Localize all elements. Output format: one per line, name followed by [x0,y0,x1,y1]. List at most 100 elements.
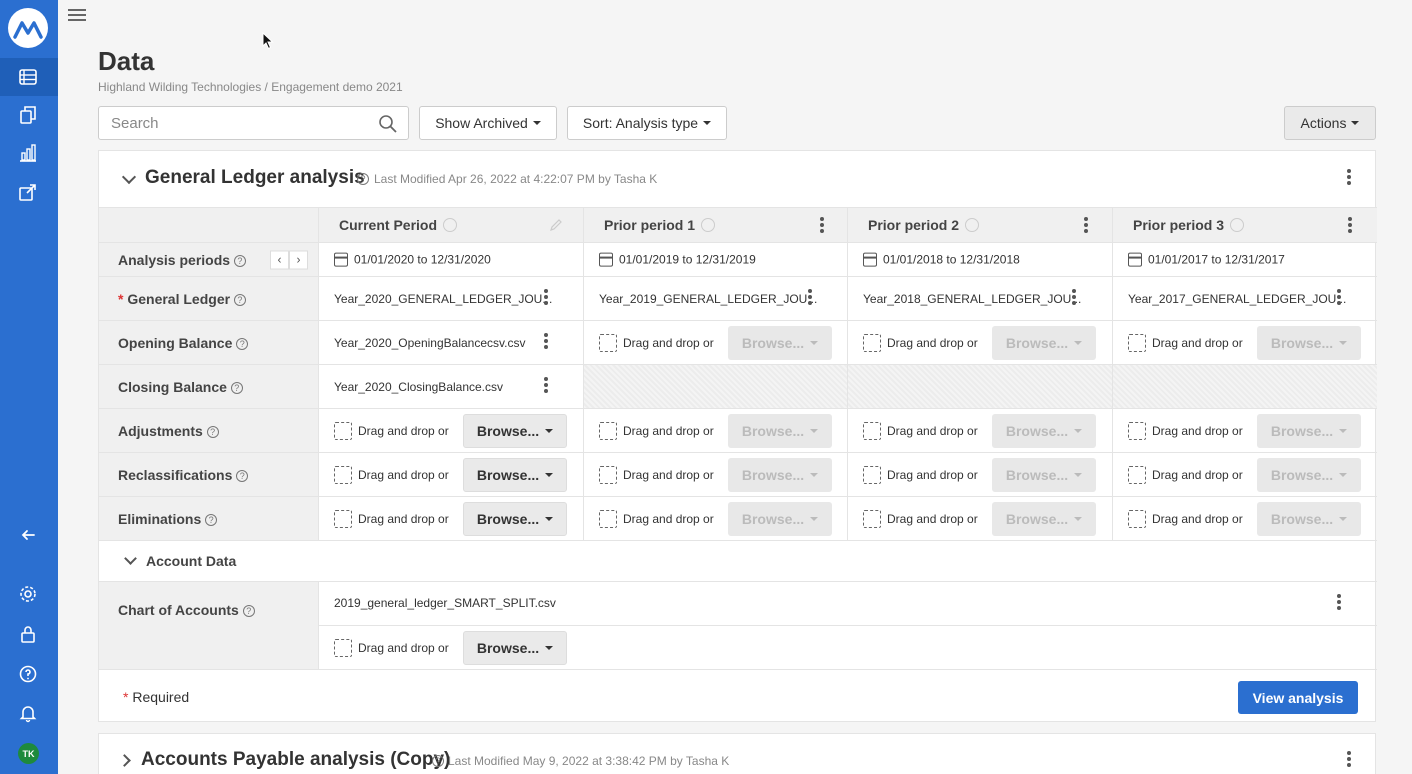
drop-zone[interactable]: Drag and drop or [1128,421,1243,440]
browse-button[interactable]: Browse... [463,501,567,536]
sort-button[interactable]: Sort: Analysis type [567,106,727,140]
browse-button[interactable]: Browse... [463,631,567,665]
column-menu-kebab-icon[interactable] [819,216,825,234]
drop-zone[interactable]: Drag and drop or [334,465,449,484]
files-icon[interactable] [17,104,39,126]
chevron-down-icon [810,428,819,433]
settings-icon[interactable] [17,583,39,605]
period-cell[interactable]: 01/01/2019 to 12/31/2019 [584,243,848,276]
show-archived-button[interactable]: Show Archived [419,106,557,140]
edit-pencil-icon[interactable] [549,218,563,232]
browse-button[interactable]: Browse... [728,325,832,360]
help-icon[interactable]: ? [205,513,218,526]
file-name[interactable]: Year_2019_GENERAL_LEDGER_JOU... [599,292,817,306]
browse-button[interactable]: Browse... [992,457,1096,492]
drop-zone[interactable]: Drag and drop or [599,421,714,440]
drop-zone[interactable]: Drag and drop or [334,509,449,528]
drop-zone[interactable]: Drag and drop or [863,465,978,484]
file-menu-kebab-icon[interactable] [807,288,813,306]
file-name[interactable]: 2019_general_ledger_SMART_SPLIT.csv [334,596,556,610]
column-prior-period-3: Prior period 3 [1113,208,1377,243]
file-name[interactable]: Year_2020_OpeningBalancecsv.csv [334,336,525,350]
drop-zone[interactable]: Drag and drop or [599,333,714,352]
chart-of-accounts-row: Chart of Accounts ? 2019_general_ledger_… [99,581,1377,669]
file-menu-kebab-icon[interactable] [1336,288,1342,306]
export-icon[interactable] [17,181,39,203]
app-logo-icon[interactable] [8,8,48,48]
help-icon[interactable]: ? [242,605,255,618]
browse-button[interactable]: Browse... [1257,501,1361,536]
help-icon[interactable] [17,663,39,685]
drag-text: Drag and drop or [1152,467,1243,482]
file-menu-kebab-icon[interactable] [1071,288,1077,306]
browse-button[interactable]: Browse... [728,413,832,448]
period-cell[interactable]: 01/01/2018 to 12/31/2018 [848,243,1113,276]
search-input[interactable] [99,107,359,139]
drop-zone[interactable]: Drag and drop or [599,509,714,528]
period-cell[interactable]: 01/01/2017 to 12/31/2017 [1113,243,1377,276]
lock-icon[interactable] [17,623,39,645]
actions-button[interactable]: Actions [1284,106,1376,140]
data-icon[interactable] [17,66,39,88]
help-icon[interactable]: ? [230,381,243,394]
help-icon[interactable]: ? [233,254,246,267]
help-icon[interactable]: ? [206,425,219,438]
file-menu-kebab-icon[interactable] [1336,593,1342,611]
drop-zone[interactable]: Drag and drop or [1128,465,1243,484]
next-arrow-icon[interactable]: › [289,250,308,269]
card-menu-kebab-icon[interactable] [1346,168,1352,186]
browse-button[interactable]: Browse... [992,325,1096,360]
row-label: Reclassifications ? [99,453,319,496]
file-name[interactable]: Year_2020_ClosingBalance.csv [334,380,503,394]
browse-button[interactable]: Browse... [463,457,567,492]
file-menu-kebab-icon[interactable] [543,332,549,350]
prev-arrow-icon[interactable]: ‹ [270,250,289,269]
breadcrumb[interactable]: Highland Wilding Technologies / Engageme… [98,80,403,94]
browse-button[interactable]: Browse... [728,501,832,536]
browse-button[interactable]: Browse... [1257,325,1361,360]
file-menu-kebab-icon[interactable] [543,376,549,394]
view-analysis-button[interactable]: View analysis [1238,681,1358,714]
browse-button[interactable]: Browse... [728,457,832,492]
chart-icon[interactable] [17,142,39,164]
help-icon[interactable]: ? [236,469,249,482]
collapse-arrow-icon[interactable] [17,524,39,546]
bell-icon[interactable] [17,702,39,724]
card-menu-kebab-icon[interactable] [1346,750,1352,768]
drop-zone[interactable]: Drag and drop or [334,421,449,440]
drop-zone[interactable]: Drag and drop or [863,333,978,352]
help-icon[interactable]: ? [432,755,444,767]
drop-zone[interactable]: Drag and drop or [1128,509,1243,528]
drop-zone[interactable]: Drag and drop or [863,509,978,528]
expand-chevron-icon[interactable] [118,754,131,767]
file-name[interactable]: Year_2020_GENERAL_LEDGER_JOU... [334,292,552,306]
browse-button[interactable]: Browse... [1257,413,1361,448]
help-icon[interactable]: ? [236,337,249,350]
file-name[interactable]: Year_2018_GENERAL_LEDGER_JOU... [863,292,1081,306]
browse-button[interactable]: Browse... [1257,457,1361,492]
period-cell[interactable]: 01/01/2020 to 12/31/2020 [319,243,584,276]
drop-zone[interactable]: Drag and drop or [863,421,978,440]
file-menu-kebab-icon[interactable] [543,288,549,306]
collapse-chevron-icon[interactable] [124,552,137,565]
hamburger-menu-icon[interactable] [68,6,86,24]
reclassifications-row: Reclassifications ? Drag and drop or Bro… [99,452,1377,496]
collapse-chevron-icon[interactable] [121,169,137,185]
upload-icon [1128,333,1146,352]
avatar[interactable]: TK [18,743,39,764]
browse-button[interactable]: Browse... [992,413,1096,448]
drop-zone[interactable]: Drag and drop or [599,465,714,484]
browse-button[interactable]: Browse... [463,413,567,448]
search-icon[interactable] [378,114,398,139]
file-name[interactable]: Year_2017_GENERAL_LEDGER_JOU... [1128,292,1346,306]
help-icon[interactable]: ? [357,173,369,185]
calendar-icon [599,252,613,267]
drop-zone[interactable]: Drag and drop or [334,639,449,657]
help-icon[interactable]: ? [233,293,246,306]
browse-button[interactable]: Browse... [992,501,1096,536]
column-menu-kebab-icon[interactable] [1347,216,1353,234]
column-menu-kebab-icon[interactable] [1083,216,1089,234]
upload-icon [1128,465,1146,484]
drop-zone[interactable]: Drag and drop or [1128,333,1243,352]
drag-text: Drag and drop or [1152,511,1243,526]
